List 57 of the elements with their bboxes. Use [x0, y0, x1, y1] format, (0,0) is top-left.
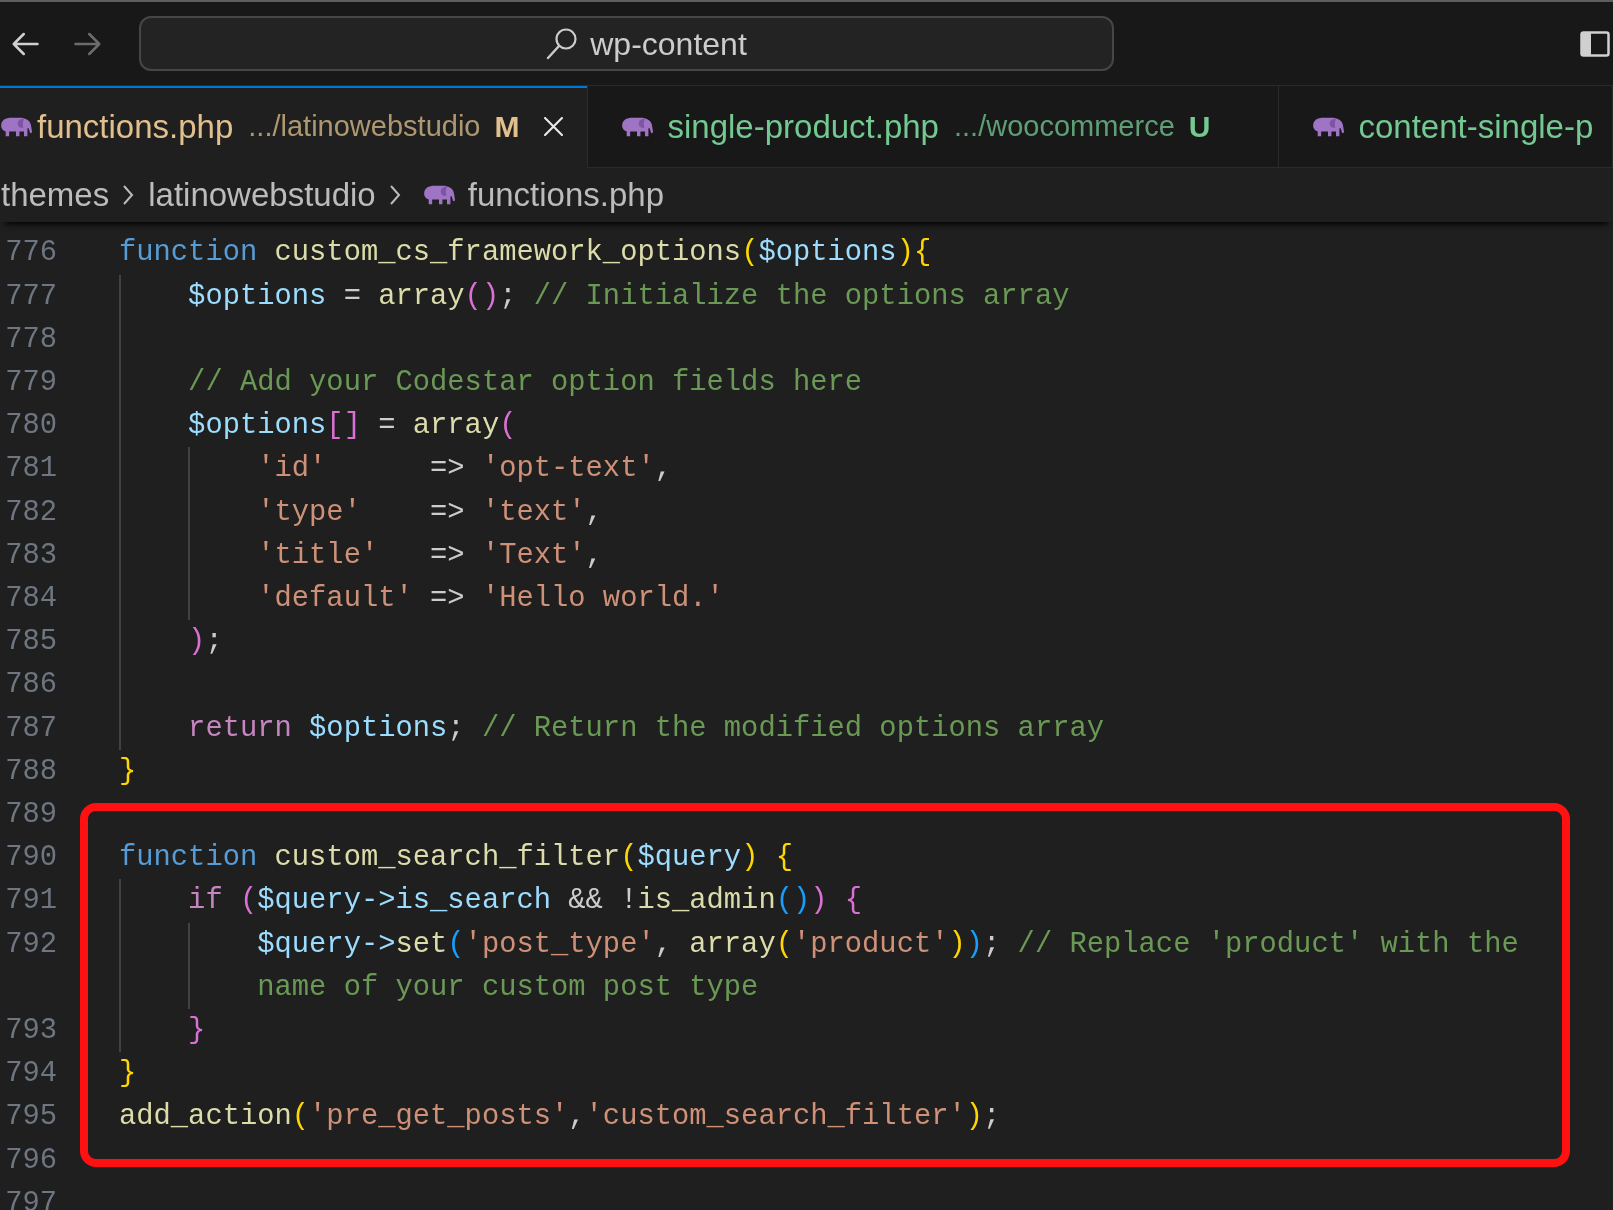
line-number: 792 [4, 926, 57, 963]
line-number: 783 [4, 537, 57, 574]
line-number: 776 [4, 235, 57, 272]
code-line: 'title' => 'Text', [257, 537, 603, 574]
chevron-right-icon [388, 184, 401, 206]
line-number: 794 [4, 1056, 57, 1093]
code-line: add_action('pre_get_posts','custom_search_filter'); [119, 1099, 1001, 1136]
layout-icon [1580, 28, 1610, 59]
tab-path: .../woocommerce [954, 108, 1175, 144]
code-line: $options = array(); // Initialize the options array [188, 278, 1070, 315]
tab-path: .../latinowebstudio [248, 108, 481, 144]
code-line: return $options; // Return the modified options array [188, 710, 1104, 747]
line-number: 793 [4, 1013, 57, 1050]
line-number: 785 [4, 624, 57, 661]
line-number: 786 [4, 667, 57, 704]
search-bar[interactable]: wp-content [139, 16, 1114, 71]
line-number: 778 [4, 321, 57, 358]
line-number: 795 [4, 1099, 57, 1136]
line-number: 791 [4, 883, 57, 920]
line-number: 780 [4, 408, 57, 445]
code-line: $query->set('post_type', array('product')); // Replace 'product' with the name of your custom post type [257, 926, 1520, 1006]
line-number: 782 [4, 494, 57, 531]
code-line: 'type' => 'text', [257, 494, 603, 531]
editor-tab[interactable]: single-product.php .../woocommerce U [588, 86, 1280, 168]
chevron-right-icon [122, 184, 135, 206]
code-line: function custom_search_filter($query) { [119, 840, 793, 877]
code-line: ); [188, 624, 223, 661]
line-number: 781 [4, 451, 57, 488]
editor-tab[interactable]: functions.php .../latinowebstudio M [0, 86, 589, 168]
line-number: 796 [4, 1142, 57, 1179]
code-line: 'id' => 'opt-text', [257, 451, 672, 488]
line-number: 788 [4, 753, 57, 790]
code-line: function custom_cs_framework_options($options){ [119, 235, 932, 272]
code-line: // Add your Codestar option fields here [188, 365, 863, 401]
line-number: 787 [4, 710, 57, 747]
code-line: } [119, 753, 137, 790]
line-number: 790 [4, 840, 57, 877]
line-number: 779 [4, 365, 57, 401]
line-number: 784 [4, 581, 57, 617]
code-line: } [119, 1056, 137, 1093]
breadcrumb-item[interactable]: themes [1, 170, 110, 220]
line-number: 789 [4, 797, 57, 834]
git-status-letter: U [1188, 109, 1211, 145]
code-line: 'default' => 'Hello world.' [257, 581, 724, 617]
left-arrow-icon [10, 31, 40, 56]
editor-tab[interactable]: content-single-p [1279, 86, 1613, 168]
close-icon [543, 117, 563, 136]
code-line: if ($query->is_search && !is_admin()) { [188, 883, 863, 920]
breadcrumb-item[interactable]: functions.php [422, 170, 665, 220]
search-icon [546, 27, 579, 60]
git-status-letter: M [494, 109, 520, 145]
code-line: } [188, 1013, 206, 1050]
elephant-icon [422, 183, 455, 207]
breadcrumb-item[interactable]: latinowebstudio [148, 170, 376, 220]
right-arrow-icon [73, 31, 103, 56]
line-number: 777 [4, 278, 57, 315]
code-line: $options[] = array( [188, 408, 517, 445]
